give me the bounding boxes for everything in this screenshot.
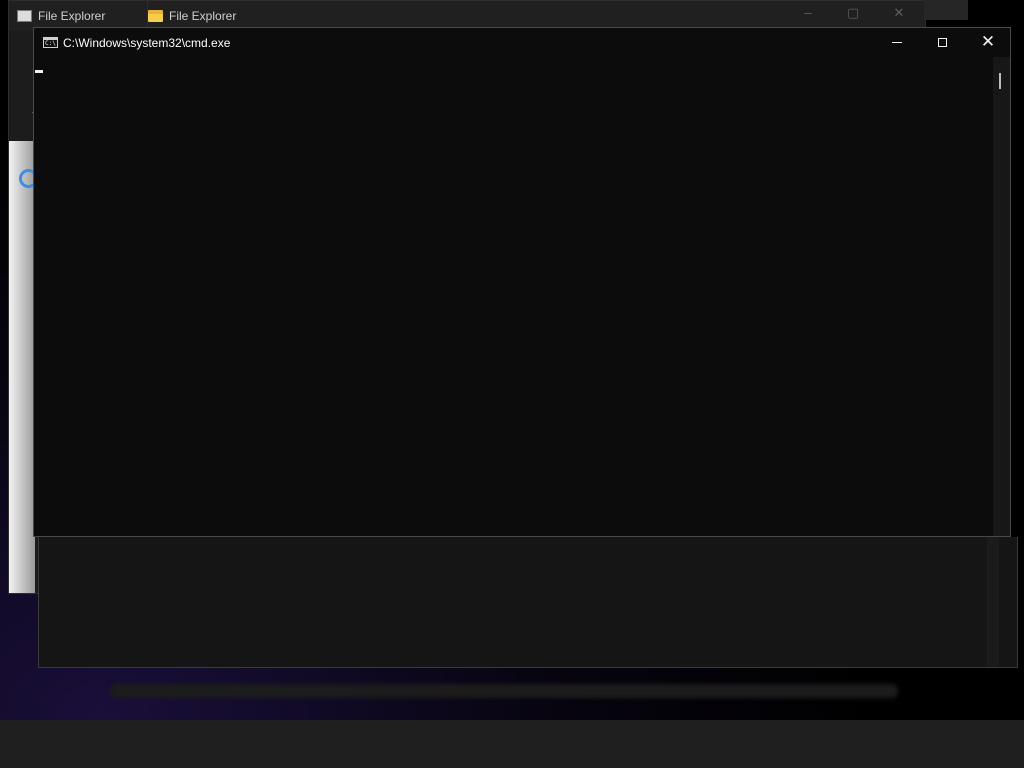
background-scrollbar[interactable] [987, 537, 999, 667]
cmd-titlebar[interactable]: C:\Windows\system32\cmd.exe ✕ [34, 28, 1010, 57]
window-title: C:\Windows\system32\cmd.exe [63, 35, 231, 50]
maximize-icon [937, 38, 947, 47]
close-button[interactable]: ✕ [884, 5, 914, 21]
background-window-body [38, 537, 1018, 668]
taskbar [0, 720, 1024, 768]
scrollbar-thumb[interactable] [999, 73, 1001, 89]
cmd-window: C:\Windows\system32\cmd.exe ✕ [33, 27, 1011, 537]
maximize-button[interactable] [919, 28, 965, 57]
background-window-edge [924, 0, 968, 20]
maximize-button[interactable]: ▢ [838, 5, 868, 21]
navigation-pane [9, 141, 35, 593]
cmd-icon [43, 37, 58, 48]
text-cursor [35, 70, 43, 73]
minimize-button[interactable]: – [793, 5, 823, 20]
app-icon [17, 10, 32, 22]
close-button[interactable]: ✕ [965, 28, 1011, 57]
vertical-scrollbar[interactable] [993, 57, 1010, 536]
tab-label: File Explorer [38, 9, 106, 23]
folder-icon [148, 10, 163, 22]
console-output[interactable] [34, 57, 993, 536]
window-shadow [110, 684, 898, 698]
close-icon: ✕ [980, 32, 996, 52]
tab-label: File Explorer [169, 9, 237, 23]
minimize-icon [892, 42, 902, 43]
minimize-button[interactable] [874, 28, 920, 57]
